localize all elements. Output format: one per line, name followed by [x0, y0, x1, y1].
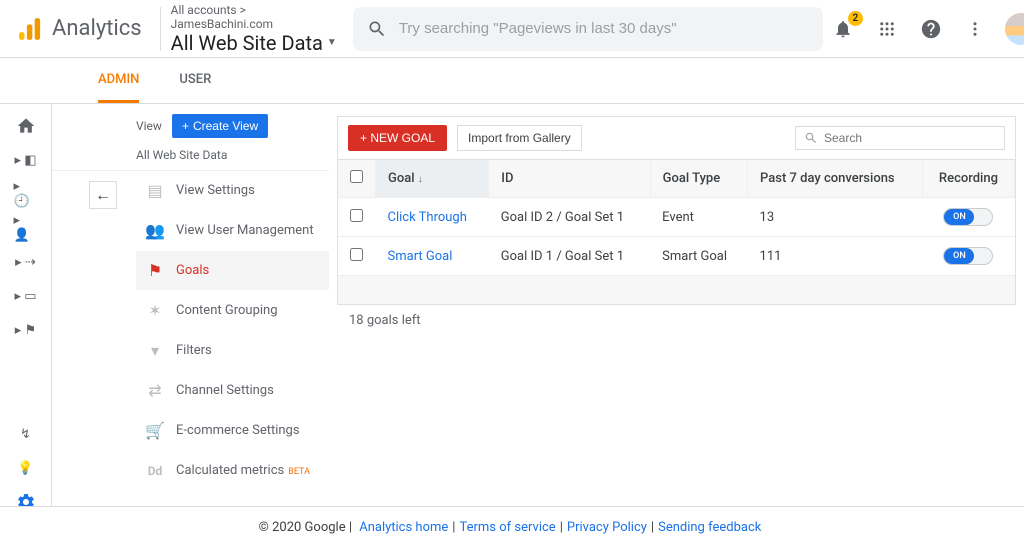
people-icon: 👥	[146, 222, 164, 240]
nav-audience[interactable]: ▸ 👤	[14, 216, 38, 240]
nav-attribution[interactable]: ↯	[14, 422, 38, 446]
goal-link[interactable]: Smart Goal	[388, 249, 453, 264]
table-row: Smart Goal Goal ID 1 / Goal Set 1 Smart …	[338, 237, 1015, 276]
row-checkbox[interactable]	[350, 209, 363, 222]
table-row: Click Through Goal ID 2 / Goal Set 1 Eve…	[338, 198, 1015, 237]
help-button[interactable]	[917, 15, 945, 43]
goal-link[interactable]: Click Through	[388, 210, 467, 225]
tab-admin[interactable]: ADMIN	[98, 58, 139, 103]
row-checkbox[interactable]	[350, 248, 363, 261]
goal-search-input[interactable]	[824, 131, 996, 145]
search-icon	[804, 131, 818, 145]
cart-icon: 🛒	[146, 422, 164, 440]
menu-filters[interactable]: ▾Filters	[136, 331, 329, 371]
menu-content-grouping[interactable]: ✶Content Grouping	[136, 291, 329, 331]
apps-button[interactable]	[873, 15, 901, 43]
col-check[interactable]	[338, 160, 376, 198]
home-icon	[16, 116, 36, 136]
col-goal[interactable]: Goal ↓	[376, 160, 489, 198]
funnel-icon: ▾	[146, 342, 164, 360]
view-switcher[interactable]: All accounts > JamesBachini.com All Web …	[160, 7, 337, 51]
goals-table: Goal ↓ ID Goal Type Past 7 day conversio…	[338, 160, 1015, 276]
analytics-icon	[16, 15, 44, 43]
nav-realtime[interactable]: ▸ 🕘	[14, 182, 38, 206]
col-id[interactable]: ID	[489, 160, 650, 198]
footer-link-privacy[interactable]: Privacy Policy	[567, 520, 647, 535]
menu-channel-settings[interactable]: ⇄Channel Settings	[136, 371, 329, 411]
ga-logo[interactable]: Analytics	[8, 15, 150, 43]
plus-icon: +	[182, 119, 189, 133]
footer-link-feedback[interactable]: Sending feedback	[658, 520, 761, 535]
notifications-button[interactable]: 2	[829, 15, 857, 43]
menu-view-user-mgmt[interactable]: 👥View User Management	[136, 211, 329, 251]
view-selector[interactable]: All Web Site Data	[52, 144, 329, 171]
menu-calculated-metrics[interactable]: DdCalculated metricsBETA	[136, 451, 329, 491]
apps-icon	[878, 20, 896, 38]
select-all-checkbox[interactable]	[350, 170, 363, 183]
product-name: Analytics	[52, 16, 142, 41]
goal-search[interactable]	[795, 126, 1005, 150]
goals-remaining: 18 goals left	[337, 305, 1016, 336]
search-bar[interactable]	[353, 7, 823, 51]
import-gallery-button[interactable]: Import from Gallery	[457, 125, 582, 151]
help-icon	[920, 18, 942, 40]
nav-custom[interactable]: ▸ ◧	[14, 148, 38, 172]
menu-ecommerce[interactable]: 🛒E-commerce Settings	[136, 411, 329, 451]
avatar[interactable]	[1005, 13, 1024, 45]
nav-home[interactable]	[14, 114, 38, 138]
document-icon: ▤	[146, 182, 164, 200]
more-button[interactable]	[961, 15, 989, 43]
group-icon: ✶	[146, 302, 164, 320]
col-type[interactable]: Goal Type	[650, 160, 747, 198]
goal-type: Smart Goal	[650, 237, 747, 276]
goal-id: Goal ID 1 / Goal Set 1	[489, 237, 650, 276]
recording-toggle[interactable]: ON	[943, 247, 993, 265]
footer-link-tos[interactable]: Terms of service	[459, 520, 555, 535]
menu-view-settings[interactable]: ▤View Settings	[136, 171, 329, 211]
view-head-label: View	[136, 119, 162, 133]
col-conv[interactable]: Past 7 day conversions	[748, 160, 923, 198]
menu-goals[interactable]: ⚑Goals	[136, 251, 329, 291]
flag-icon: ⚑	[146, 262, 164, 280]
recording-toggle[interactable]: ON	[943, 208, 993, 226]
goal-conv: 13	[748, 198, 923, 237]
goal-type: Event	[650, 198, 747, 237]
col-rec[interactable]: Recording	[922, 160, 1014, 198]
nav-behavior[interactable]: ▸ ▭	[14, 284, 38, 308]
chevron-down-icon: ▼	[327, 37, 337, 48]
sort-icon: ↓	[418, 174, 423, 185]
back-button[interactable]: ←	[89, 181, 117, 209]
tab-user[interactable]: USER	[179, 58, 211, 103]
create-view-button[interactable]: +Create View	[172, 114, 268, 138]
footer: © 2020 Google | Analytics home | Terms o…	[0, 506, 1024, 548]
nav-conversions[interactable]: ▸ ⚑	[14, 318, 38, 342]
dd-icon: Dd	[146, 462, 164, 480]
goal-id: Goal ID 2 / Goal Set 1	[489, 198, 650, 237]
search-input[interactable]	[399, 20, 809, 37]
breadcrumb: All accounts > JamesBachini.com	[171, 3, 337, 31]
nav-acquisition[interactable]: ▸ ⇢	[14, 250, 38, 274]
switch-icon: ⇄	[146, 382, 164, 400]
new-goal-button[interactable]: + NEW GOAL	[348, 125, 447, 151]
view-name: All Web Site Data	[171, 31, 323, 55]
notif-badge: 2	[848, 11, 863, 26]
kebab-icon	[966, 20, 984, 38]
goal-conv: 111	[748, 237, 923, 276]
footer-link-analytics[interactable]: Analytics home	[359, 520, 448, 535]
search-icon	[367, 19, 387, 39]
nav-discover[interactable]: 💡	[14, 456, 38, 480]
